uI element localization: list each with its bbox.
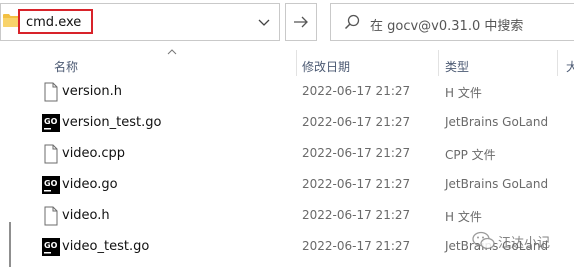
document-icon xyxy=(44,206,58,226)
file-row[interactable]: GO version_test.go 2022-06-17 21:27 JetB… xyxy=(20,107,574,138)
column-header-size[interactable]: 大 xyxy=(566,58,574,75)
svg-text:GO: GO xyxy=(44,179,58,188)
file-type: H 文件 xyxy=(445,86,482,100)
scrollbar-thumb[interactable] xyxy=(9,222,11,267)
file-name: video.h xyxy=(62,208,110,223)
document-icon xyxy=(44,144,58,164)
watermark: 江达小记 xyxy=(470,228,574,256)
search-icon xyxy=(344,14,360,30)
column-header-type[interactable]: 类型 xyxy=(445,58,469,75)
chevron-down-icon[interactable] xyxy=(254,12,274,32)
file-type: H 文件 xyxy=(445,210,482,224)
search-placeholder: 在 gocv@v0.31.0 中搜索 xyxy=(370,19,524,34)
goland-icon: GO xyxy=(42,238,60,256)
watermark-text: 江达小记 xyxy=(498,236,551,251)
file-modified: 2022-06-17 21:27 xyxy=(302,84,411,98)
column-divider[interactable] xyxy=(296,50,297,76)
go-forward-button[interactable] xyxy=(285,3,317,41)
goland-icon: GO xyxy=(42,176,60,194)
column-header-name[interactable]: 名称 xyxy=(54,58,78,75)
column-divider[interactable] xyxy=(438,50,439,76)
file-name: video.cpp xyxy=(62,146,126,161)
file-row[interactable]: video.cpp 2022-06-17 21:27 CPP 文件 xyxy=(20,138,574,169)
svg-text:GO: GO xyxy=(44,117,58,126)
file-modified: 2022-06-17 21:27 xyxy=(302,115,411,129)
document-icon xyxy=(44,82,58,102)
column-header-modified[interactable]: 修改日期 xyxy=(302,58,350,75)
goland-icon: GO xyxy=(42,114,60,132)
file-name: version.h xyxy=(62,84,122,99)
file-row[interactable]: version.h 2022-06-17 21:27 H 文件 xyxy=(20,76,574,107)
file-row[interactable]: video.h 2022-06-17 21:27 H 文件 xyxy=(20,200,574,231)
file-row[interactable]: GO video.go 2022-06-17 21:27 JetBrains G… xyxy=(20,169,574,200)
file-modified: 2022-06-17 21:27 xyxy=(302,177,411,191)
column-divider[interactable] xyxy=(557,50,558,76)
folder-icon xyxy=(3,14,19,27)
file-modified: 2022-06-17 21:27 xyxy=(302,208,411,222)
sort-ascending-icon xyxy=(167,49,177,55)
file-name: video.go xyxy=(62,177,118,192)
file-type: CPP 文件 xyxy=(445,148,496,162)
file-type: JetBrains GoLand xyxy=(445,115,549,129)
arrow-right-icon xyxy=(294,16,308,28)
file-modified: 2022-06-17 21:27 xyxy=(302,146,411,160)
wechat-logo-icon xyxy=(472,231,495,250)
file-modified: 2022-06-17 21:27 xyxy=(302,239,411,253)
file-name: video_test.go xyxy=(62,239,150,254)
file-type: JetBrains GoLand xyxy=(445,177,549,191)
address-path[interactable]: cmd.exe xyxy=(26,15,81,30)
file-name: version_test.go xyxy=(62,115,162,130)
svg-text:GO: GO xyxy=(44,241,58,250)
